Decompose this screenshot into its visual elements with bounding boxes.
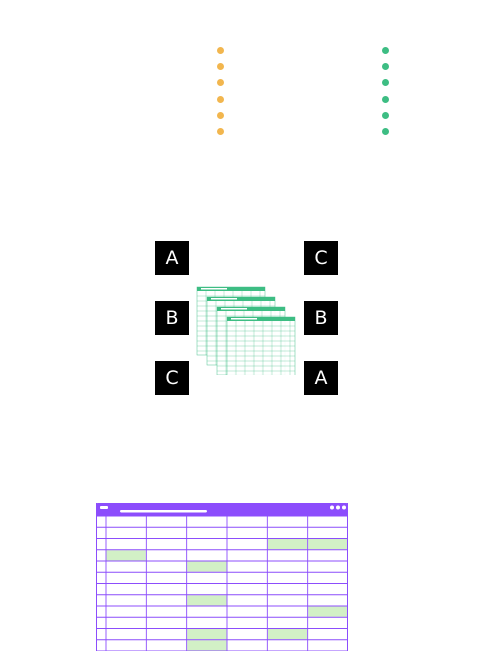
window-button-icon [336, 505, 340, 510]
yellow-dot [217, 63, 224, 70]
highlighted-cell [308, 606, 348, 617]
yellow-dot [217, 128, 224, 135]
green-dot [382, 63, 389, 70]
window-button-icon [330, 505, 334, 510]
spreadsheet-window-icon [96, 503, 348, 651]
spreadsheet-stack-icon [196, 286, 296, 375]
tile-left-2: B [155, 301, 189, 335]
highlighted-cell [187, 640, 227, 651]
sheet [226, 316, 296, 375]
highlighted-cell [267, 629, 308, 640]
highlighted-cell [267, 539, 308, 550]
highlighted-cell [187, 595, 227, 606]
green-dot [382, 79, 389, 86]
highlighted-cell [106, 550, 146, 561]
green-dot [382, 47, 389, 54]
yellow-dot [217, 112, 224, 119]
highlighted-cell [187, 561, 227, 572]
yellow-dot [217, 96, 224, 103]
highlighted-cell [187, 629, 227, 640]
green-dot [382, 112, 389, 119]
menu-icon [100, 506, 108, 509]
yellow-dot [217, 79, 224, 86]
address-bar [120, 510, 207, 513]
tile-left-3: C [155, 361, 189, 395]
yellow-dot [217, 47, 224, 54]
green-dot [382, 128, 389, 135]
window-button-icon [342, 505, 346, 510]
highlighted-cell [308, 539, 348, 550]
green-dot [382, 96, 389, 103]
window-title-bar [96, 503, 348, 516]
tile-left-1: A [155, 241, 189, 275]
